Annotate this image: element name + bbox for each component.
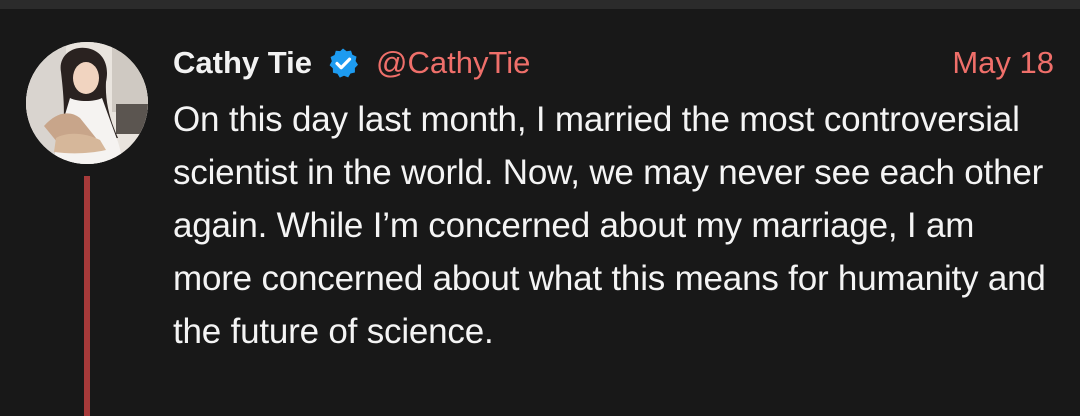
thread-line xyxy=(84,176,90,416)
avatar-photo xyxy=(26,42,148,164)
avatar[interactable] xyxy=(26,42,148,164)
tweet-header: Cathy Tie @CathyTie May 18 xyxy=(173,43,1054,83)
top-divider xyxy=(0,0,1080,9)
verified-badge-icon xyxy=(327,47,359,79)
author-handle[interactable]: @CathyTie xyxy=(376,43,530,83)
tweet-date[interactable]: May 18 xyxy=(952,43,1054,83)
tweet-text: On this day last month, I married the mo… xyxy=(173,100,1046,351)
author-name[interactable]: Cathy Tie xyxy=(173,43,312,83)
tweet-card[interactable]: Cathy Tie @CathyTie May 18 On this day l… xyxy=(0,9,1080,416)
